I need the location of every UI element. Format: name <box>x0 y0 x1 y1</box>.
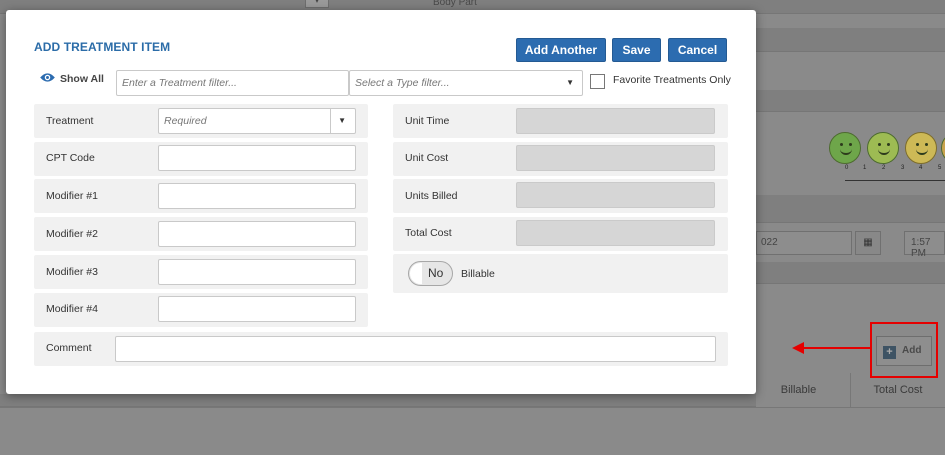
show-all-toggle[interactable]: Show All <box>39 72 104 85</box>
modal-title: ADD TREATMENT ITEM <box>34 40 171 54</box>
units-billed-field <box>516 182 715 208</box>
bg-table-header-left <box>0 394 756 407</box>
unit-time-row: Unit Time <box>393 104 728 138</box>
modifier-4-row: Modifier #4 <box>34 293 368 327</box>
face-icon <box>941 132 945 164</box>
bg-body-part-label: Body Part <box>433 0 477 8</box>
cancel-button[interactable]: Cancel <box>668 38 727 62</box>
favorite-treatments-label: Favorite Treatments Only <box>613 74 731 86</box>
bg-row <box>756 195 945 223</box>
modifier-3-input[interactable] <box>158 259 356 285</box>
show-all-label: Show All <box>60 73 104 85</box>
type-filter-placeholder: Select a Type filter... <box>355 77 450 89</box>
comment-row: Comment <box>34 332 728 366</box>
modifier-4-input[interactable] <box>158 296 356 322</box>
billable-label: Billable <box>461 268 495 280</box>
modifier-2-input[interactable] <box>158 221 356 247</box>
unit-time-label: Unit Time <box>405 115 450 127</box>
arrow-left-icon <box>792 342 804 354</box>
treatment-placeholder: Required <box>164 115 207 127</box>
chevron-down-icon: ▼ <box>338 116 346 125</box>
bg-dropdown-fragment: ▾ <box>305 0 329 8</box>
toggle-knob <box>410 263 422 284</box>
total-cost-label: Total Cost <box>405 227 452 239</box>
favorite-treatments-checkbox[interactable] <box>590 74 605 89</box>
comment-input[interactable] <box>115 336 716 362</box>
scale-tick: 0 <box>845 165 849 171</box>
unit-time-field <box>516 108 715 134</box>
select-divider <box>330 109 331 133</box>
modifier-2-label: Modifier #2 <box>46 228 98 240</box>
modifier-1-row: Modifier #1 <box>34 179 368 213</box>
scale-tick: 5 <box>938 165 942 171</box>
pain-scale-ruler: 0 1 2 3 4 5 <box>845 165 945 181</box>
modifier-1-label: Modifier #1 <box>46 190 98 202</box>
chevron-down-icon: ▼ <box>566 78 574 87</box>
cpt-code-input[interactable] <box>158 145 356 171</box>
modifier-4-label: Modifier #4 <box>46 303 98 315</box>
bg-time-field: 1:57 PM <box>904 231 945 259</box>
face-icon <box>905 132 937 164</box>
highlight-arrow-line <box>800 347 870 349</box>
table-divider <box>0 407 945 408</box>
calendar-icon: ▦ <box>855 231 881 255</box>
treatment-filter-input[interactable]: Enter a Treatment filter... <box>116 70 349 96</box>
billable-toggle-state: No <box>428 266 444 280</box>
face-icon <box>829 132 861 164</box>
bg-row <box>756 262 945 284</box>
treatment-row: Treatment Required ▼ <box>34 104 368 138</box>
bg-date-field: 022 <box>756 231 852 255</box>
modifier-1-input[interactable] <box>158 183 356 209</box>
units-billed-label: Units Billed <box>405 190 458 202</box>
scale-tick: 1 <box>863 165 867 171</box>
units-billed-row: Units Billed <box>393 179 728 213</box>
highlight-box <box>870 322 938 378</box>
scale-tick: 4 <box>919 165 923 171</box>
eye-icon <box>40 73 55 82</box>
billable-row: No Billable <box>393 254 728 293</box>
comment-label: Comment <box>46 342 92 354</box>
add-treatment-modal: ADD TREATMENT ITEM Add Another Save Canc… <box>6 10 756 394</box>
table-header-total-cost: Total Cost <box>850 373 945 407</box>
treatment-select[interactable]: Required ▼ <box>158 108 356 134</box>
modifier-3-row: Modifier #3 <box>34 255 368 289</box>
total-cost-field <box>516 220 715 246</box>
unit-cost-label: Unit Cost <box>405 152 449 164</box>
bg-row <box>756 90 945 112</box>
save-button[interactable]: Save <box>612 38 661 62</box>
cpt-code-label: CPT Code <box>46 152 95 164</box>
total-cost-row: Total Cost <box>393 217 728 251</box>
type-filter-select[interactable]: Select a Type filter... ▼ <box>349 70 583 96</box>
add-another-button[interactable]: Add Another <box>516 38 606 62</box>
unit-cost-field <box>516 145 715 171</box>
scale-tick: 3 <box>901 165 905 171</box>
face-icon <box>867 132 899 164</box>
treatment-label: Treatment <box>46 115 94 127</box>
modifier-3-label: Modifier #3 <box>46 266 98 278</box>
bg-row <box>756 28 945 52</box>
unit-cost-row: Unit Cost <box>393 142 728 176</box>
modifier-2-row: Modifier #2 <box>34 217 368 251</box>
cpt-code-row: CPT Code <box>34 142 368 176</box>
scale-tick: 2 <box>882 165 886 171</box>
table-header-billable: Billable <box>746 373 850 407</box>
billable-toggle[interactable]: No <box>408 261 453 286</box>
